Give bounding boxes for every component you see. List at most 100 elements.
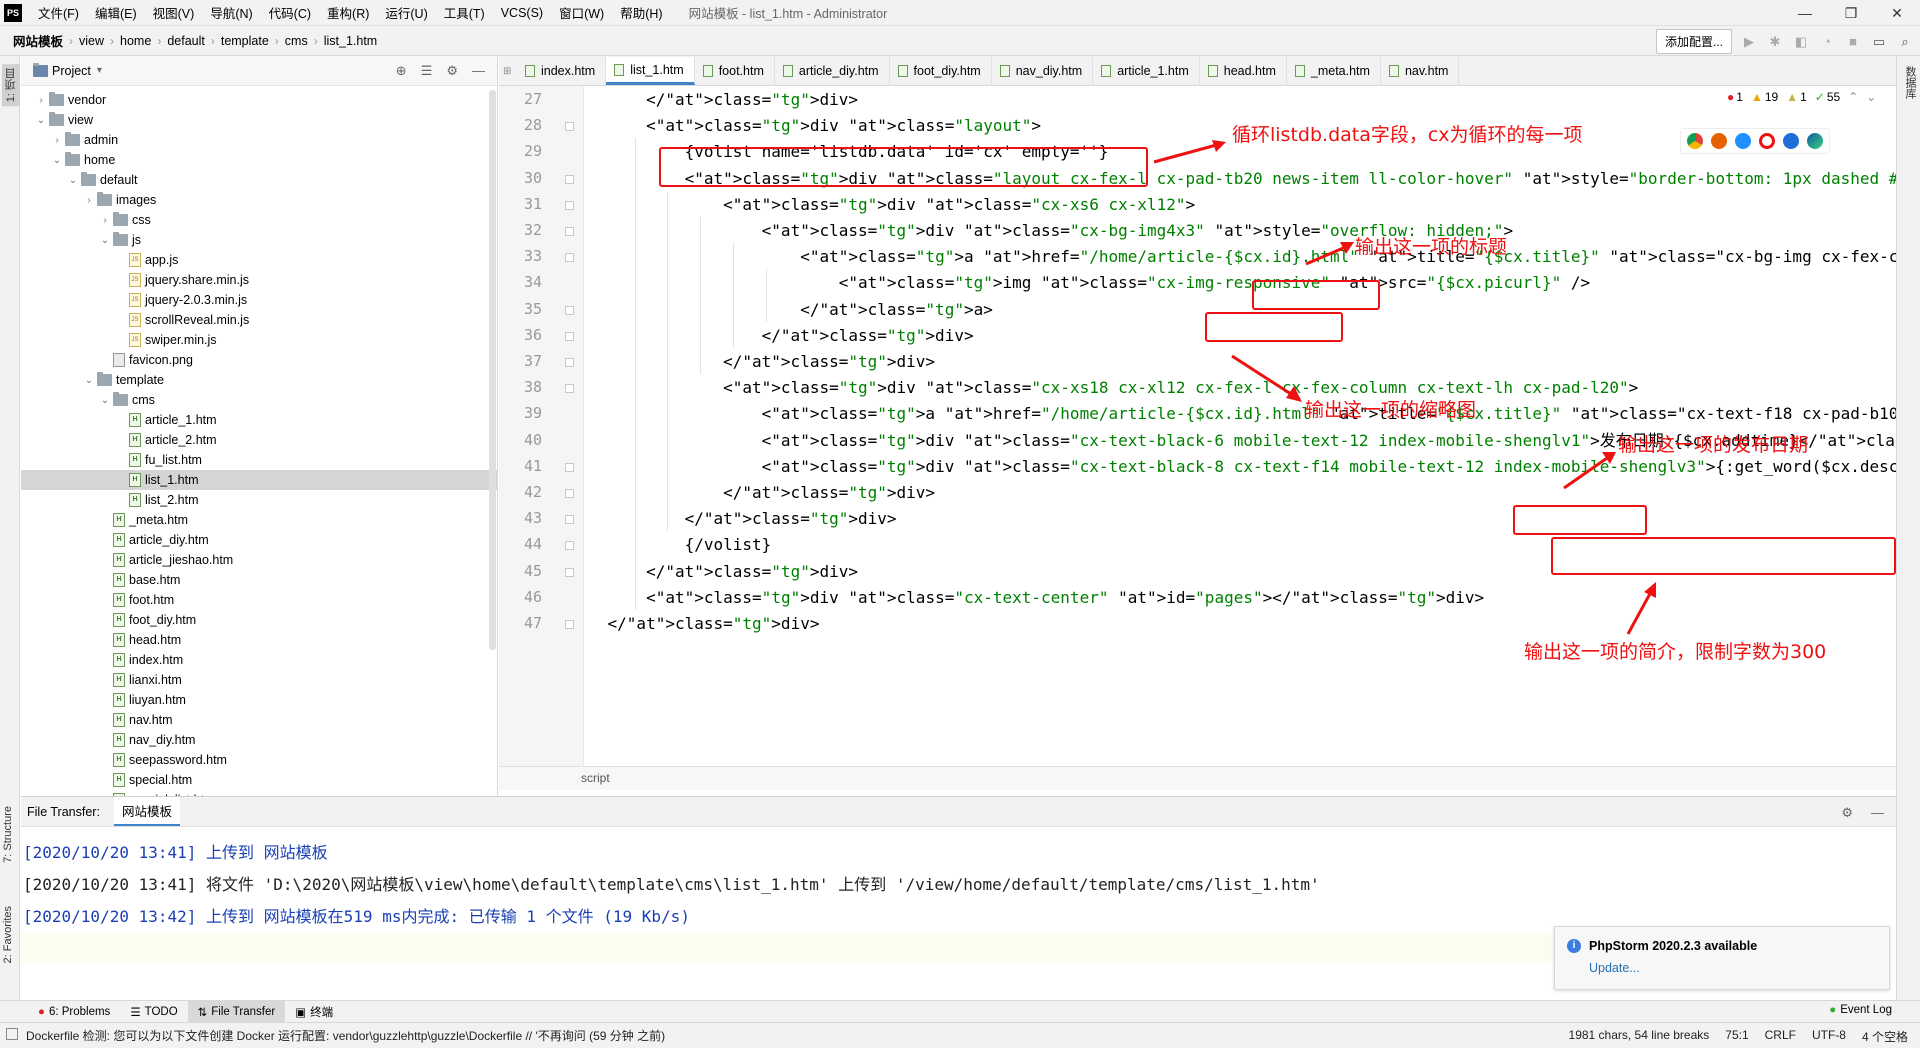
chevron-down-icon[interactable]: ⌄ bbox=[99, 395, 111, 406]
tree-item-index-htm[interactable]: Hindex.htm bbox=[21, 650, 497, 670]
editor-tab-foot-diy-htm[interactable]: foot_diy.htm bbox=[890, 57, 992, 85]
chevron-right-icon[interactable]: › bbox=[99, 215, 111, 226]
run-icon[interactable]: ▶ bbox=[1740, 33, 1758, 51]
code-area[interactable]: </"at">class="tg">div> <"at">class="tg">… bbox=[585, 86, 1896, 766]
editor-tab-foot-htm[interactable]: foot.htm bbox=[695, 57, 775, 85]
terminal-tab[interactable]: ▣ 终端 bbox=[285, 1001, 343, 1023]
update-link[interactable]: Update... bbox=[1589, 961, 1640, 975]
menu-refactor[interactable]: 重构(R) bbox=[319, 3, 377, 22]
tree-item-images[interactable]: › images bbox=[21, 190, 497, 210]
tree-item-jquery-2-0-3-min-js[interactable]: JS jquery-2.0.3.min.js bbox=[21, 290, 497, 310]
safari-icon[interactable] bbox=[1735, 133, 1751, 149]
chevron-down-icon[interactable]: ⌄ bbox=[1866, 90, 1876, 104]
file-encoding[interactable]: UTF-8 bbox=[1812, 1028, 1846, 1045]
menu-edit[interactable]: 编辑(E) bbox=[87, 3, 145, 22]
problems-tab[interactable]: ● 6: Problems bbox=[28, 1001, 120, 1023]
tree-item-foot-diy-htm[interactable]: Hfoot_diy.htm bbox=[21, 610, 497, 630]
chevron-down-icon[interactable]: ⌄ bbox=[99, 235, 111, 246]
caret-position[interactable]: 75:1 bbox=[1725, 1028, 1748, 1045]
ie-icon[interactable] bbox=[1783, 133, 1799, 149]
coverage-icon[interactable]: ◧ bbox=[1792, 33, 1810, 51]
breadcrumb-home[interactable]: home bbox=[117, 34, 154, 48]
code-line[interactable]: </"at">class="tg">div> bbox=[569, 608, 820, 640]
log-input-area[interactable] bbox=[21, 933, 1557, 963]
chevron-right-icon[interactable]: › bbox=[51, 135, 63, 146]
tree-item-article-2-htm[interactable]: Harticle_2.htm bbox=[21, 430, 497, 450]
tree-item-template[interactable]: ⌄ template bbox=[21, 370, 497, 390]
tree-item-article-1-htm[interactable]: Harticle_1.htm bbox=[21, 410, 497, 430]
chevron-down-icon[interactable]: ⌄ bbox=[35, 115, 47, 126]
edge-icon[interactable] bbox=[1807, 133, 1823, 149]
tree-item-fu-list-htm[interactable]: Hfu_list.htm bbox=[21, 450, 497, 470]
tree-item-home[interactable]: ⌄ home bbox=[21, 150, 497, 170]
chevron-down-icon[interactable]: ⌄ bbox=[67, 175, 79, 186]
breadcrumb-default[interactable]: default bbox=[164, 34, 208, 48]
menu-run[interactable]: 运行(U) bbox=[377, 3, 435, 22]
tree-item-nav-htm[interactable]: Hnav.htm bbox=[21, 710, 497, 730]
tree-item-lianxi-htm[interactable]: Hlianxi.htm bbox=[21, 670, 497, 690]
chevron-right-icon[interactable]: › bbox=[35, 95, 47, 106]
status-toggle-icon[interactable] bbox=[6, 1028, 18, 1040]
file-transfer-tab[interactable]: 网站模板 bbox=[113, 797, 180, 826]
editor-breadcrumb[interactable]: script bbox=[499, 766, 1896, 790]
tree-item-base-htm[interactable]: Hbase.htm bbox=[21, 570, 497, 590]
minimize-button[interactable]: — bbox=[1782, 0, 1828, 26]
menu-window[interactable]: 窗口(W) bbox=[551, 3, 612, 22]
editor-tab-article-diy-htm[interactable]: article_diy.htm bbox=[775, 57, 890, 85]
chevron-down-icon[interactable]: ▾ bbox=[97, 65, 102, 76]
stop-icon[interactable]: ■ bbox=[1844, 33, 1862, 51]
menu-view[interactable]: 视图(V) bbox=[145, 3, 203, 22]
breadcrumb-file[interactable]: list_1.htm bbox=[321, 34, 381, 48]
tree-item-nav-diy-htm[interactable]: Hnav_diy.htm bbox=[21, 730, 497, 750]
warning-count[interactable]: ▲ 19 bbox=[1751, 90, 1778, 104]
tab-list-icon[interactable]: ⊞ bbox=[503, 66, 515, 77]
menu-file[interactable]: 文件(F) bbox=[30, 3, 87, 22]
profile-icon[interactable]: ◔ bbox=[1818, 33, 1836, 51]
tree-item-default[interactable]: ⌄ default bbox=[21, 170, 497, 190]
tree-item-special-htm[interactable]: Hspecial.htm bbox=[21, 770, 497, 790]
tree-item-app-js[interactable]: JS app.js bbox=[21, 250, 497, 270]
editor-tab-nav-diy-htm[interactable]: nav_diy.htm bbox=[992, 57, 1094, 85]
tree-item-css[interactable]: › css bbox=[21, 210, 497, 230]
gear-icon[interactable]: ⚙ bbox=[1841, 805, 1853, 821]
add-configuration-button[interactable]: 添加配置... bbox=[1655, 29, 1732, 54]
menu-help[interactable]: 帮助(H) bbox=[612, 3, 670, 22]
tree-item-liuyan-htm[interactable]: Hliuyan.htm bbox=[21, 690, 497, 710]
inspection-widget[interactable]: ● 1 ▲ 19 ▲ 1 ✓ 55 ⌃ ⌄ bbox=[1727, 90, 1876, 104]
editor-tab-list-1-htm[interactable]: list_1.htm bbox=[606, 57, 695, 85]
firefox-icon[interactable] bbox=[1711, 133, 1727, 149]
close-button[interactable]: ✕ bbox=[1874, 0, 1920, 26]
editor-tab-head-htm[interactable]: head.htm bbox=[1200, 57, 1287, 85]
tree-scrollbar[interactable] bbox=[489, 90, 496, 650]
debug-icon[interactable]: ✱ bbox=[1766, 33, 1784, 51]
tree-item-article-diy-htm[interactable]: Harticle_diy.htm bbox=[21, 530, 497, 550]
menu-tools[interactable]: 工具(T) bbox=[436, 3, 493, 22]
locate-icon[interactable]: ⊕ bbox=[396, 63, 407, 79]
favorites-tool-tab[interactable]: 2: Favorites bbox=[2, 906, 14, 963]
tree-item-jquery-share-min-js[interactable]: JS jquery.share.min.js bbox=[21, 270, 497, 290]
tree-item-cms[interactable]: ⌄ cms bbox=[21, 390, 497, 410]
editor-tab-index-htm[interactable]: index.htm bbox=[517, 57, 607, 85]
menu-vcs[interactable]: VCS(S) bbox=[493, 6, 551, 20]
tree-item--meta-htm[interactable]: H _meta.htm bbox=[21, 510, 497, 530]
project-title[interactable]: Project bbox=[52, 64, 91, 78]
breadcrumb-cms[interactable]: cms bbox=[282, 34, 311, 48]
tree-item-seepassword-htm[interactable]: Hseepassword.htm bbox=[21, 750, 497, 770]
line-separator[interactable]: CRLF bbox=[1765, 1028, 1796, 1045]
tree-item-scrollreveal-min-js[interactable]: JS scrollReveal.min.js bbox=[21, 310, 497, 330]
editor-tab-nav-htm[interactable]: nav.htm bbox=[1381, 57, 1460, 85]
tree-item-js[interactable]: ⌄ js bbox=[21, 230, 497, 250]
chevron-right-icon[interactable]: › bbox=[83, 195, 95, 206]
editor-tab-article-1-htm[interactable]: article_1.htm bbox=[1093, 57, 1200, 85]
project-tool-tab[interactable]: 1: 项目 bbox=[2, 64, 20, 107]
chevron-down-icon[interactable]: ⌄ bbox=[83, 375, 95, 386]
layout-icon[interactable]: ▭ bbox=[1870, 33, 1888, 51]
opera-icon[interactable] bbox=[1759, 133, 1775, 149]
chevron-up-icon[interactable]: ⌃ bbox=[1848, 90, 1858, 104]
chrome-icon[interactable] bbox=[1687, 133, 1703, 149]
file-transfer-tool-tab[interactable]: ⇅ File Transfer bbox=[187, 1000, 286, 1023]
tree-item-list-1-htm[interactable]: Hlist_1.htm bbox=[21, 470, 497, 490]
menu-navigate[interactable]: 导航(N) bbox=[202, 3, 260, 22]
ok-count[interactable]: ✓ 55 bbox=[1815, 90, 1840, 104]
breadcrumb-view[interactable]: view bbox=[76, 34, 107, 48]
